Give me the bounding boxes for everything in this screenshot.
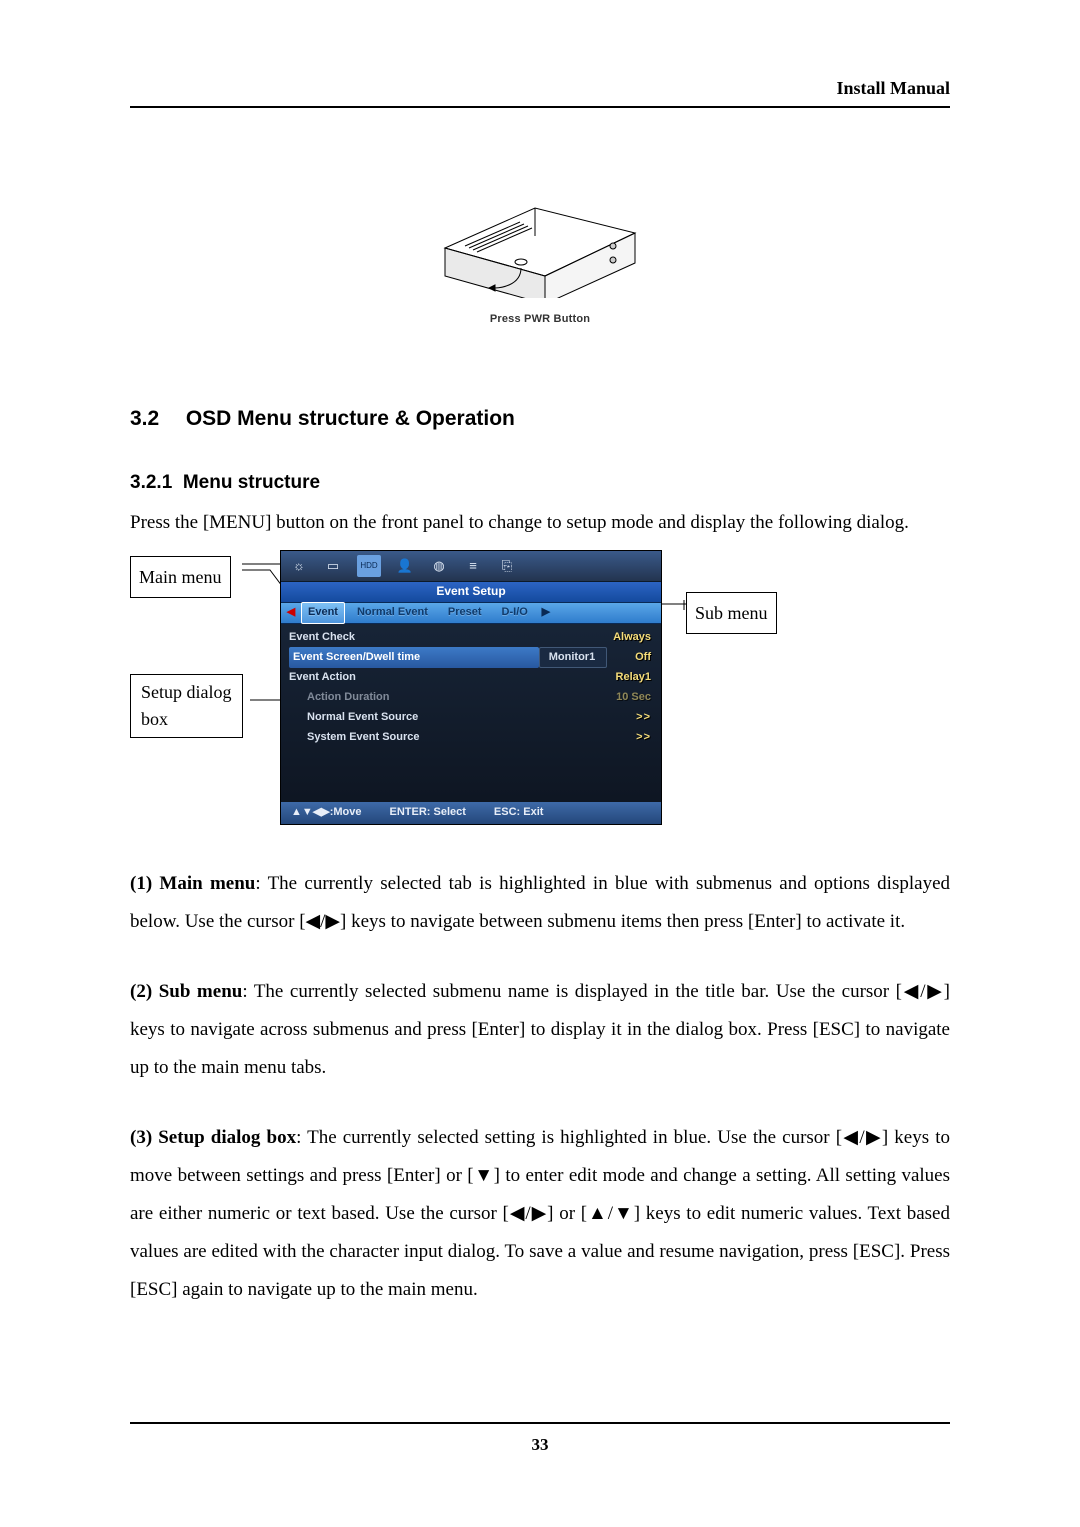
para3-lead: (3) Setup dialog box [130,1127,296,1148]
callout-main-menu: Main menu [130,556,231,598]
header-title: Install Manual [836,72,950,104]
paragraph-sub-menu: (2) Sub menu: The currently selected sub… [130,973,950,1087]
setting-row-event-action[interactable]: Event Action Relay1 [289,668,653,687]
osd-body: Event Check Always Event Screen/Dwell ti… [281,624,661,802]
callout-column-left: Main menu Setup dialog box [130,550,280,820]
setting-value-box[interactable]: Monitor1 [539,647,607,669]
callout-column-right: Sub menu [662,550,802,820]
subsection-number: 3.2.1 [130,472,172,493]
leader-lines-right [662,550,802,820]
setting-label: Event Action [289,668,581,688]
page-header: Install Manual [130,72,950,100]
setting-row-event-screen[interactable]: Event Screen/Dwell time Monitor1 Off [289,648,653,667]
osd-title-bar: Event Setup [281,582,661,603]
exit-icon[interactable]: ⎘ [497,556,517,576]
person-icon[interactable]: 👤 [395,556,415,576]
setting-value-more[interactable]: >> [581,728,653,748]
callout-setup-box: Setup dialog box [130,674,243,738]
footer-rule [130,1422,950,1424]
setting-row-system-source[interactable]: System Event Source >> [289,728,653,747]
callout-sub-menu: Sub menu [686,592,777,634]
submenu-left-arrow[interactable]: ◀ [285,603,297,623]
submenu-right-arrow[interactable]: ▶ [540,603,552,623]
page-footer: 33 [130,1416,950,1461]
section-title: OSD Menu structure & Operation [186,407,515,430]
submenu-tab-dio[interactable]: D-I/O [494,603,536,623]
osd-panel: ☼ ▭ HDD 👤 ◍ ≡ ⎘ Event Setup ◀ Event Norm… [280,550,662,825]
para2-body: : The currently selected submenu name is… [130,981,950,1078]
para1-lead: (1) Main menu [130,873,255,894]
setting-label: Event Screen/Dwell time [289,647,539,669]
page-number: 33 [130,1430,950,1461]
device-illustration [425,168,655,298]
device-figure-wrap: Press PWR Button [130,168,950,330]
setting-value[interactable]: Off [611,648,653,668]
setting-value[interactable]: Relay1 [581,668,653,688]
section-number: 3.2 [130,400,180,438]
subsection-title: Menu structure [183,472,320,493]
page: Install Manual [0,0,1080,1527]
osd-figure-row: Main menu Setup dialog box ☼ ▭ HDD 👤 ◍ ≡… [130,550,950,825]
net-icon[interactable]: ≡ [463,556,483,576]
footer-exit: ESC: Exit [494,803,544,823]
header-rule [130,106,950,108]
osd-submenu-row[interactable]: ◀ Event Normal Event Preset D-I/O ▶ [281,603,661,624]
osd-footer: ▲▼◀▶:Move ENTER: Select ESC: Exit [281,802,661,824]
footer-select: ENTER: Select [389,803,465,823]
intro-paragraph: Press the [MENU] button on the front pan… [130,506,950,540]
setting-label: Event Check [289,628,581,648]
setting-label: Action Duration [289,688,581,708]
setting-value-more[interactable]: >> [581,708,653,728]
monitor-icon[interactable]: ▭ [323,556,343,576]
paragraph-setup-dialog: (3) Setup dialog box: The currently sele… [130,1119,950,1309]
submenu-tab-preset[interactable]: Preset [440,603,490,623]
footer-move: ▲▼◀▶:Move [291,803,361,823]
setting-value[interactable]: Always [581,628,653,648]
device-caption: Press PWR Button [130,310,950,330]
section-heading: 3.2 OSD Menu structure & Operation [130,400,950,438]
callout-setup-line2: box [141,709,168,729]
para2-lead: (2) Sub menu [130,981,242,1002]
submenu-tab-normal-event[interactable]: Normal Event [349,603,436,623]
setting-label: System Event Source [289,728,581,748]
setting-row-normal-source[interactable]: Normal Event Source >> [289,708,653,727]
hdd-icon[interactable]: HDD [357,555,381,577]
setting-label: Normal Event Source [289,708,581,728]
disk-icon[interactable]: ◍ [429,556,449,576]
osd-main-menu-icons[interactable]: ☼ ▭ HDD 👤 ◍ ≡ ⎘ [281,551,661,582]
subsection-heading: 3.2.1 Menu structure [130,466,950,500]
callout-setup-line1: Setup dialog [141,682,232,702]
para3-body: : The currently selected setting is high… [130,1127,950,1300]
submenu-tab-event[interactable]: Event [301,602,345,624]
paragraph-main-menu: (1) Main menu: The currently selected ta… [130,865,950,941]
setting-row-action-duration[interactable]: Action Duration 10 Sec [289,688,653,707]
setting-row-event-check[interactable]: Event Check Always [289,628,653,647]
sun-icon[interactable]: ☼ [289,556,309,576]
setting-value[interactable]: 10 Sec [581,688,653,708]
